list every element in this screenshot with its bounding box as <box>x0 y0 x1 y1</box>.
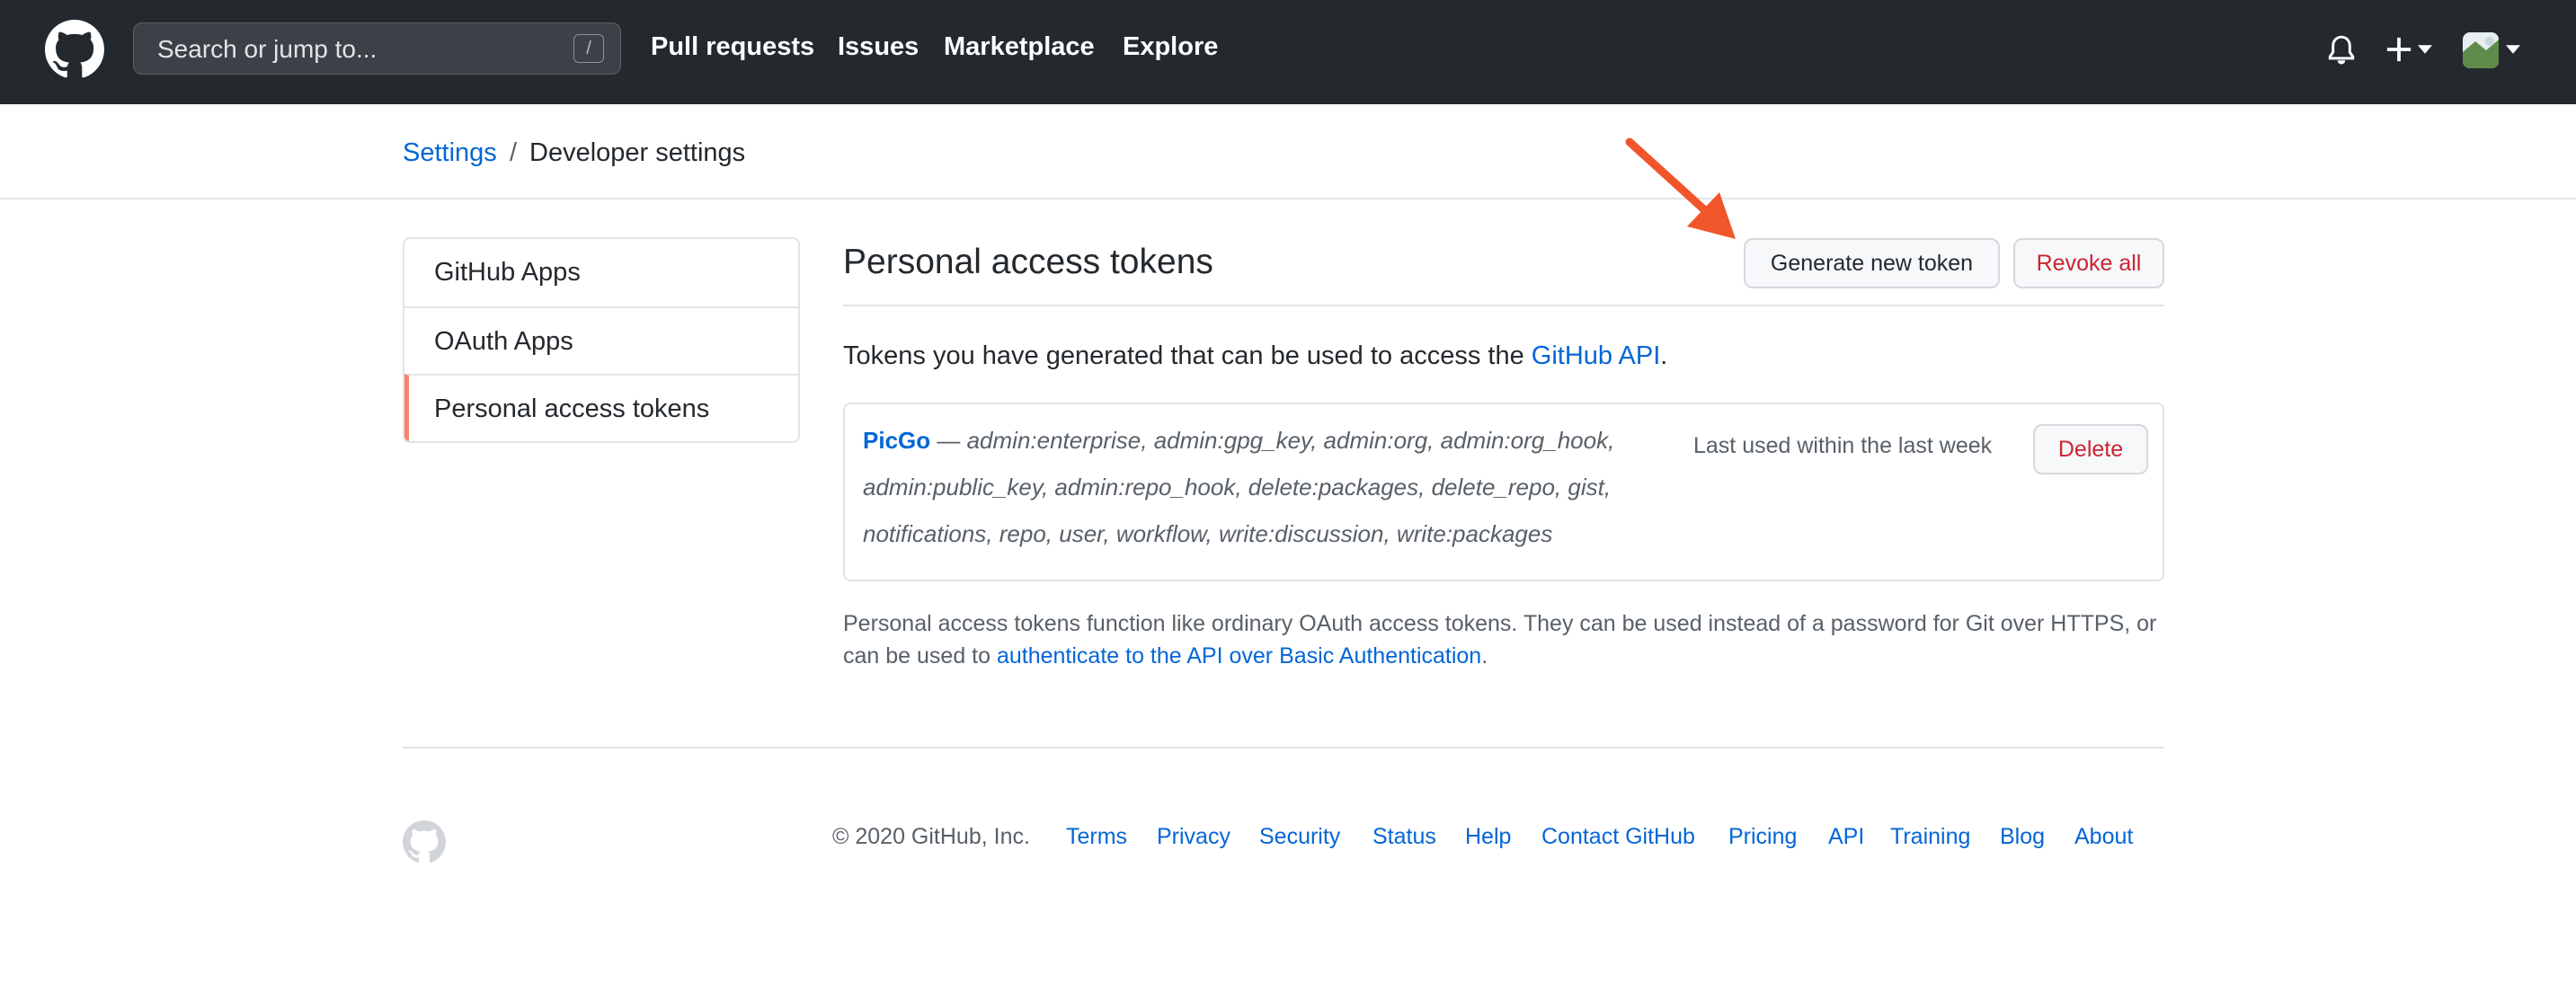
annotation-arrow-icon <box>1625 137 1736 239</box>
breadcrumb-settings-link[interactable]: Settings <box>403 138 497 168</box>
search-shortcut-key: / <box>573 34 604 63</box>
intro-text: Tokens you have generated that can be us… <box>843 341 1667 371</box>
footer-link-contact-github[interactable]: Contact GitHub <box>1541 824 1695 850</box>
footer-link-terms[interactable]: Terms <box>1066 824 1127 850</box>
global-header: / Pull requests Issues Marketplace Explo… <box>0 0 2576 104</box>
footer-link-about[interactable]: About <box>2074 824 2133 850</box>
sidebar-item-github-apps[interactable]: GitHub Apps <box>404 239 798 306</box>
chevron-down-icon[interactable] <box>2506 45 2520 54</box>
basic-auth-link[interactable]: authenticate to the API over Basic Authe… <box>997 643 1481 669</box>
intro-text-body: Tokens you have generated that can be us… <box>843 341 1532 370</box>
page-title: Personal access tokens <box>843 243 1213 281</box>
plus-icon[interactable] <box>2385 36 2412 63</box>
github-footer-logo[interactable] <box>403 820 446 864</box>
title-divider <box>843 305 2164 306</box>
search-box[interactable]: / <box>133 22 621 75</box>
tokens-footnote: Personal access tokens function like ord… <box>843 607 2173 672</box>
footnote-end: . <box>1481 643 1488 669</box>
nav-marketplace[interactable]: Marketplace <box>944 32 1095 62</box>
avatar-image <box>2463 32 2499 68</box>
github-logo[interactable] <box>45 20 104 79</box>
token-list-item: PicGo — admin:enterprise, admin:gpg_key,… <box>843 403 2164 581</box>
footer-divider <box>403 747 2164 748</box>
token-description: PicGo — admin:enterprise, admin:gpg_key,… <box>863 417 1654 557</box>
chevron-down-icon[interactable] <box>2418 45 2432 54</box>
footer-link-privacy[interactable]: Privacy <box>1157 824 1230 850</box>
nav-issues[interactable]: Issues <box>838 32 919 62</box>
footer-link-help[interactable]: Help <box>1465 824 1511 850</box>
sidebar-item-oauth-apps[interactable]: OAuth Apps <box>404 306 798 374</box>
nav-explore[interactable]: Explore <box>1123 32 1218 62</box>
breadcrumb-current: Developer settings <box>529 138 746 167</box>
footer-link-blog[interactable]: Blog <box>2000 824 2045 850</box>
footer-link-status[interactable]: Status <box>1372 824 1436 850</box>
token-name-link[interactable]: PicGo <box>863 427 930 454</box>
generate-new-token-button[interactable]: Generate new token <box>1744 238 2000 288</box>
token-last-used: Last used within the last week <box>1693 433 1993 458</box>
footer-link-security[interactable]: Security <box>1259 824 1340 850</box>
search-input[interactable] <box>155 23 582 75</box>
delete-token-button[interactable]: Delete <box>2033 424 2148 474</box>
token-dash: — <box>930 427 967 454</box>
footer-link-pricing[interactable]: Pricing <box>1728 824 1797 850</box>
github-api-link[interactable]: GitHub API <box>1532 341 1660 370</box>
breadcrumb-separator: / <box>510 138 518 167</box>
token-scopes: admin:enterprise, admin:gpg_key, admin:o… <box>863 427 1615 547</box>
bell-icon[interactable] <box>2326 34 2357 66</box>
footer-copyright: © 2020 GitHub, Inc. <box>832 824 1030 849</box>
footer-link-api[interactable]: API <box>1828 824 1864 850</box>
settings-sidebar: GitHub Apps OAuth Apps Personal access t… <box>403 237 800 443</box>
breadcrumb: Settings / Developer settings <box>0 104 2576 199</box>
intro-text-end: . <box>1660 341 1668 370</box>
avatar[interactable] <box>2463 32 2499 68</box>
sidebar-item-personal-access-tokens[interactable]: Personal access tokens <box>404 374 798 441</box>
footer-link-training[interactable]: Training <box>1890 824 1970 850</box>
nav-pull-requests[interactable]: Pull requests <box>651 32 814 62</box>
revoke-all-button[interactable]: Revoke all <box>2013 238 2164 288</box>
